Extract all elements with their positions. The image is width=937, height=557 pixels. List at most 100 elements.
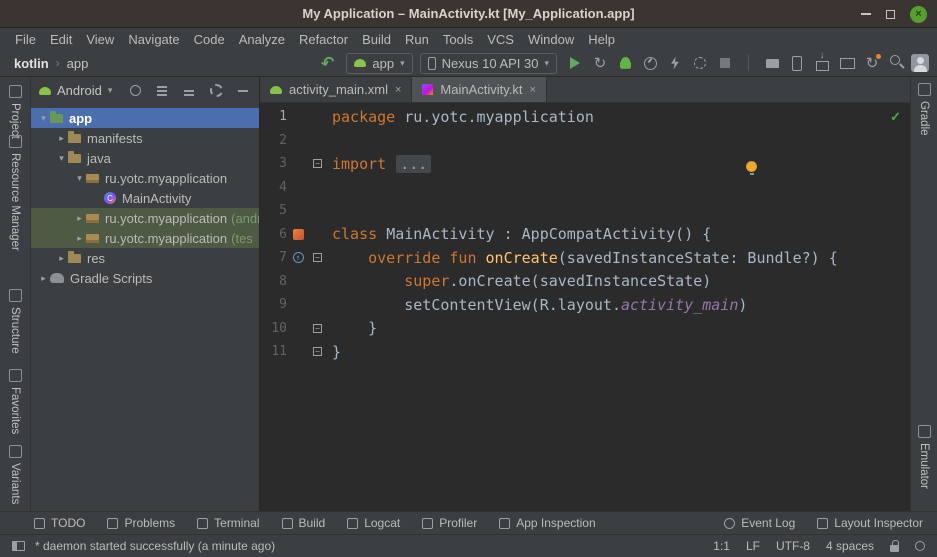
intention-bulb-icon[interactable]	[746, 161, 757, 172]
code-line[interactable]: 5	[260, 199, 910, 223]
tree-item-ru-yotc-myapplication-tes[interactable]: ▸ru.yotc.myapplication(tes	[31, 228, 259, 248]
toolwindow-project[interactable]: Project	[0, 85, 30, 139]
breadcrumb-module[interactable]: app	[67, 56, 89, 71]
menu-build[interactable]: Build	[355, 30, 398, 49]
project-view-mode[interactable]: Android	[57, 83, 102, 98]
inspection-ok-icon[interactable]: ✓	[890, 109, 901, 125]
menu-view[interactable]: View	[79, 30, 121, 49]
menu-vcs[interactable]: VCS	[480, 30, 521, 49]
device-file-explorer-icon[interactable]	[761, 52, 783, 74]
run-icon[interactable]	[564, 52, 586, 74]
menu-code[interactable]: Code	[187, 30, 232, 49]
menu-file[interactable]: File	[8, 30, 43, 49]
toolwindow-structure[interactable]: Structure	[0, 289, 30, 354]
code-line[interactable]: 11−}	[260, 340, 910, 364]
tree-item-manifests[interactable]: ▸manifests	[31, 128, 259, 148]
tree-expanded-arrow-icon[interactable]: ▾	[73, 173, 86, 184]
close-icon[interactable]: ×	[530, 84, 536, 96]
fold-marker[interactable]: −	[313, 347, 322, 356]
close-button[interactable]: ×	[910, 6, 927, 23]
gradle-sync-arrow-icon[interactable]: ↶	[315, 50, 342, 77]
run-config-select[interactable]: app ▾	[346, 53, 412, 74]
tree-item-app[interactable]: ▾app	[31, 108, 259, 128]
debug-icon[interactable]	[614, 52, 636, 74]
line-separator[interactable]: LF	[746, 539, 760, 553]
tool-button-profiler[interactable]: Profiler	[422, 516, 477, 530]
menu-window[interactable]: Window	[521, 30, 581, 49]
attach-debugger-icon[interactable]	[689, 52, 711, 74]
override-method-icon[interactable]	[293, 252, 304, 263]
tool-button-build[interactable]: Build	[282, 516, 326, 530]
tree-collapsed-arrow-icon[interactable]: ▸	[73, 213, 86, 224]
settings-icon[interactable]	[208, 83, 224, 99]
toolwindow-toggle-icon[interactable]	[12, 541, 25, 551]
layout-validation-icon[interactable]	[836, 52, 858, 74]
tree-collapsed-arrow-icon[interactable]: ▸	[55, 133, 68, 144]
tree-collapsed-arrow-icon[interactable]: ▸	[73, 233, 86, 244]
tree-collapsed-arrow-icon[interactable]: ▸	[55, 253, 68, 264]
restore-button[interactable]	[886, 10, 895, 19]
tool-button-terminal[interactable]: Terminal	[197, 516, 259, 530]
device-select[interactable]: Nexus 10 API 30 ▾	[420, 53, 557, 74]
lock-icon[interactable]	[890, 545, 899, 552]
locate-icon[interactable]	[127, 83, 143, 99]
menu-tools[interactable]: Tools	[436, 30, 480, 49]
tree-item-mainactivity[interactable]: MainActivity	[31, 188, 259, 208]
code-line[interactable]: 4	[260, 176, 910, 200]
tab-mainactivity-kt[interactable]: MainActivity.kt×	[412, 77, 547, 102]
fold-marker[interactable]: −	[313, 159, 322, 168]
tree-item-gradle-scripts[interactable]: ▸Gradle Scripts	[31, 268, 259, 288]
menu-help[interactable]: Help	[581, 30, 622, 49]
breadcrumb-project[interactable]: kotlin	[14, 56, 49, 71]
avatar-icon[interactable]	[911, 54, 929, 72]
tree-expanded-arrow-icon[interactable]: ▾	[37, 113, 50, 124]
code-line[interactable]: 7− override fun onCreate(savedInstanceSt…	[260, 246, 910, 270]
code-line[interactable]: 10− }	[260, 317, 910, 341]
related-files-icon[interactable]	[293, 229, 304, 240]
file-encoding[interactable]: UTF-8	[776, 539, 810, 553]
tool-button-layout-inspector[interactable]: Layout Inspector	[817, 516, 923, 530]
tree-item-ru-yotc-myapplication[interactable]: ▾ru.yotc.myapplication	[31, 168, 259, 188]
tool-button-todo[interactable]: TODO	[34, 516, 85, 530]
tool-button-logcat[interactable]: Logcat	[347, 516, 400, 530]
caret-position[interactable]: 1:1	[713, 539, 730, 553]
stop-icon[interactable]	[714, 52, 736, 74]
toolwindow-resource-manager[interactable]: Resource Manager	[0, 135, 30, 251]
menu-refactor[interactable]: Refactor	[292, 30, 355, 49]
toolwindow-emulator[interactable]: Emulator	[911, 425, 937, 489]
titlebar[interactable]: My Application – MainActivity.kt [My_App…	[0, 0, 937, 28]
minimize-button[interactable]	[861, 13, 871, 15]
indent-setting[interactable]: 4 spaces	[826, 539, 874, 553]
device-manager-icon[interactable]	[786, 52, 808, 74]
sync-project-icon[interactable]: ↻	[861, 52, 883, 74]
tree-item-res[interactable]: ▸res	[31, 248, 259, 268]
tool-button-event-log[interactable]: Event Log	[724, 516, 795, 530]
tab-activity-main-xml[interactable]: activity_main.xml×	[260, 77, 412, 102]
collapse-all-icon[interactable]	[181, 83, 197, 99]
menu-analyze[interactable]: Analyze	[232, 30, 292, 49]
search-everywhere-icon[interactable]	[886, 52, 908, 74]
code-line[interactable]: 6class MainActivity : AppCompatActivity(…	[260, 223, 910, 247]
tree-collapsed-arrow-icon[interactable]: ▸	[37, 273, 50, 284]
tool-button-problems[interactable]: Problems	[107, 516, 175, 530]
tree-expanded-arrow-icon[interactable]: ▾	[55, 153, 68, 164]
toolwindow-variants[interactable]: Variants	[0, 445, 30, 504]
sdk-manager-icon[interactable]	[811, 52, 833, 74]
close-icon[interactable]: ×	[395, 84, 401, 96]
tree-item-java[interactable]: ▾java	[31, 148, 259, 168]
tool-button-app-inspection[interactable]: App Inspection	[499, 516, 595, 530]
toolwindow-favorites[interactable]: Favorites	[0, 369, 30, 434]
apply-changes-icon[interactable]: ↻	[589, 52, 611, 74]
toolwindow-gradle[interactable]: Gradle	[911, 83, 937, 136]
code-area[interactable]: ✓ 1package ru.yotc.myapplication23−impor…	[260, 103, 910, 511]
code-line[interactable]: 3−import ...	[260, 152, 910, 176]
hide-icon[interactable]	[235, 83, 251, 99]
menu-navigate[interactable]: Navigate	[121, 30, 186, 49]
fold-marker[interactable]: −	[313, 253, 322, 262]
fold-marker[interactable]: −	[313, 324, 322, 333]
background-tasks-icon[interactable]	[915, 541, 925, 551]
profile-app-icon[interactable]	[639, 52, 661, 74]
expand-all-icon[interactable]	[154, 83, 170, 99]
code-line[interactable]: 8 super.onCreate(savedInstanceState)	[260, 270, 910, 294]
code-line[interactable]: 2	[260, 129, 910, 153]
